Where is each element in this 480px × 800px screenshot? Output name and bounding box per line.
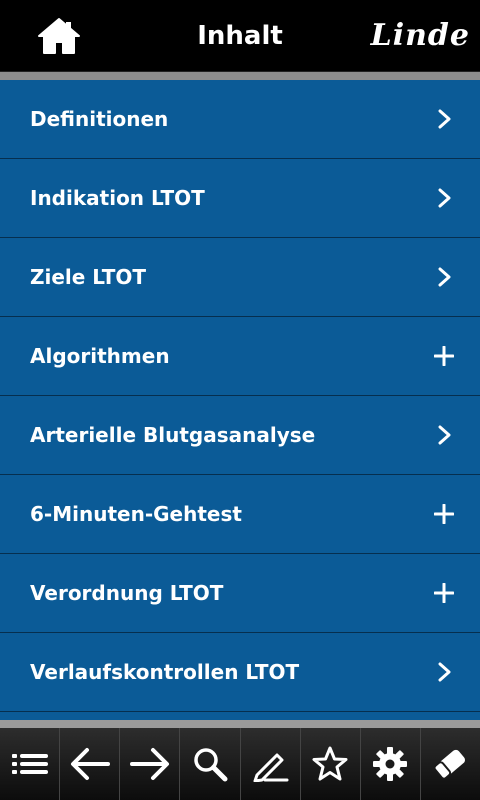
list-item-partial[interactable] [0, 712, 480, 720]
contents-list-button[interactable] [0, 728, 61, 800]
back-button[interactable] [60, 728, 121, 800]
plus-icon [434, 504, 454, 524]
linde-logo: Linde [370, 18, 470, 53]
chevron-right-icon [438, 109, 451, 129]
bottom-toolbar [0, 720, 480, 800]
chevron-right-icon [438, 662, 451, 682]
forward-button[interactable] [120, 728, 181, 800]
annotate-button[interactable] [241, 728, 301, 800]
pencil-icon [253, 753, 289, 782]
list-item-ziele-ltot[interactable]: Ziele LTOT [0, 238, 480, 317]
list-icon [11, 754, 48, 774]
list-item-label: Ziele LTOT [30, 265, 147, 289]
chevron-right-icon [438, 188, 451, 208]
list-item-label: Definitionen [30, 107, 169, 131]
list-item-6-minuten-gehtest[interactable]: 6-Minuten-Gehtest [0, 475, 480, 554]
arrow-right-icon [129, 748, 169, 780]
list-item-label: Arterielle Blutgasanalyse [30, 423, 316, 447]
star-icon [312, 746, 348, 781]
list-item-verordnung-ltot[interactable]: Verordnung LTOT [0, 554, 480, 633]
content-list[interactable]: Definitionen Indikation LTOT Ziele LTOT … [0, 80, 480, 720]
header-divider [0, 72, 480, 80]
eraser-icon [434, 749, 466, 780]
list-item-label: Indikation LTOT [30, 186, 205, 210]
chevron-right-icon [438, 425, 451, 445]
list-item-label: Verordnung LTOT [30, 581, 224, 605]
plus-icon [434, 346, 454, 366]
list-item-label: Verlaufskontrollen LTOT [30, 660, 300, 684]
search-button[interactable] [180, 728, 241, 800]
list-item-definitionen[interactable]: Definitionen [0, 80, 480, 159]
favorites-button[interactable] [301, 728, 361, 800]
settings-button[interactable] [361, 728, 421, 800]
list-item-arterielle-blutgasanalyse[interactable]: Arterielle Blutgasanalyse [0, 396, 480, 475]
list-item-verlaufskontrollen-ltot[interactable]: Verlaufskontrollen LTOT [0, 633, 480, 712]
search-icon [194, 748, 228, 782]
plus-icon [434, 583, 454, 603]
chevron-right-icon [438, 267, 451, 287]
app-header: Inhalt Linde [0, 0, 480, 72]
arrow-left-icon [70, 748, 110, 780]
list-item-indikation-ltot[interactable]: Indikation LTOT [0, 159, 480, 238]
list-item-label: Algorithmen [30, 344, 170, 368]
gear-icon [373, 747, 408, 781]
list-item-label: 6-Minuten-Gehtest [30, 502, 242, 526]
erase-button[interactable] [421, 728, 480, 800]
list-item-algorithmen[interactable]: Algorithmen [0, 317, 480, 396]
